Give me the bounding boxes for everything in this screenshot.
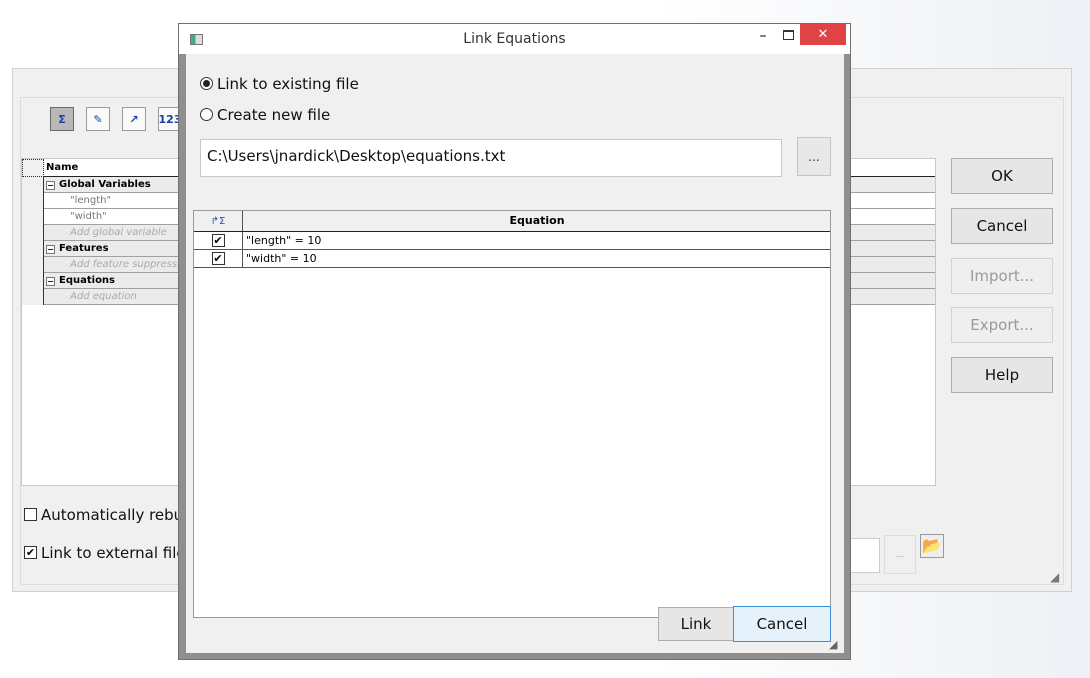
- auto-rebuild-label: Automatically rebuil: [41, 506, 192, 524]
- collapse-icon[interactable]: −: [46, 277, 55, 286]
- row-header[interactable]: [22, 289, 44, 305]
- collapse-icon[interactable]: −: [46, 181, 55, 190]
- row-label: Add equation: [70, 291, 137, 302]
- ok-button[interactable]: OK: [951, 158, 1053, 194]
- row-header[interactable]: [22, 225, 44, 241]
- create-new-radio[interactable]: [200, 108, 213, 121]
- equations-table: ↱Σ Equation ✔ "length" = 10 ✔ "width" = …: [193, 210, 831, 618]
- title-bar: Link Equations – ✕: [179, 24, 850, 54]
- browse-button[interactable]: ...: [797, 137, 831, 176]
- row-header[interactable]: [22, 209, 44, 225]
- table-header: ↱Σ Equation: [194, 211, 830, 232]
- link-button[interactable]: Link: [658, 607, 734, 641]
- close-button[interactable]: ✕: [800, 24, 846, 45]
- external-browse-button[interactable]: ...: [884, 535, 916, 574]
- row-checkbox[interactable]: ✔: [211, 234, 225, 247]
- resize-grip-icon[interactable]: ◢: [1050, 570, 1059, 584]
- dialog-content: Link to existing file Create new file C:…: [186, 54, 844, 653]
- dialog-title: Link Equations: [463, 31, 566, 47]
- link-equations-dialog: Link Equations – ✕ Link to existing file…: [178, 23, 851, 660]
- row-checkbox[interactable]: ✔: [211, 252, 225, 265]
- row-header[interactable]: [22, 177, 44, 193]
- row-label: Equations: [59, 275, 116, 286]
- row-header[interactable]: [22, 273, 44, 289]
- cancel-button[interactable]: Cancel: [951, 208, 1053, 244]
- dimension-filter-icon[interactable]: ↗: [122, 107, 146, 131]
- import-button[interactable]: Import...: [951, 258, 1053, 294]
- link-existing-radio[interactable]: [200, 77, 213, 90]
- row-header[interactable]: [22, 257, 44, 273]
- open-folder-icon[interactable]: 📂: [920, 534, 944, 558]
- help-button[interactable]: Help: [951, 357, 1053, 393]
- row-label: Add global variable: [70, 227, 167, 238]
- dialog-cancel-button[interactable]: Cancel: [733, 606, 831, 642]
- table-row: ✔ "width" = 10: [194, 250, 830, 268]
- link-external-checkbox[interactable]: ✔: [24, 546, 37, 559]
- file-path-input[interactable]: C:\Users\jnardick\Desktop\equations.txt: [200, 139, 782, 177]
- row-label: Global Variables: [59, 179, 151, 190]
- edit-filter-icon[interactable]: ✎: [86, 107, 110, 131]
- row-label: "width": [70, 211, 107, 222]
- link-existing-label: Link to existing file: [217, 75, 359, 93]
- minimize-button[interactable]: –: [753, 28, 773, 44]
- table-row: ✔ "length" = 10: [194, 232, 830, 250]
- auto-rebuild-checkbox[interactable]: [24, 508, 37, 521]
- equation-header: Equation: [509, 214, 565, 227]
- export-button[interactable]: Export...: [951, 307, 1053, 343]
- create-new-label: Create new file: [217, 106, 331, 124]
- equation-cell: "length" = 10: [246, 234, 322, 247]
- row-label: "length": [70, 195, 112, 206]
- row-label: Add feature suppression: [70, 259, 193, 270]
- link-external-label: Link to external file:: [41, 544, 191, 562]
- row-header[interactable]: [22, 241, 44, 257]
- sigma-filter-icon[interactable]: Σ: [50, 107, 74, 131]
- link-sigma-icon: ↱Σ: [194, 211, 243, 231]
- row-label: Features: [59, 243, 109, 254]
- external-file-input[interactable]: [849, 538, 880, 573]
- row-header[interactable]: [22, 193, 44, 209]
- resize-grip-icon[interactable]: ◢: [829, 638, 837, 651]
- equation-cell: "width" = 10: [246, 252, 317, 265]
- maximize-button[interactable]: [783, 30, 794, 40]
- collapse-icon[interactable]: −: [46, 245, 55, 254]
